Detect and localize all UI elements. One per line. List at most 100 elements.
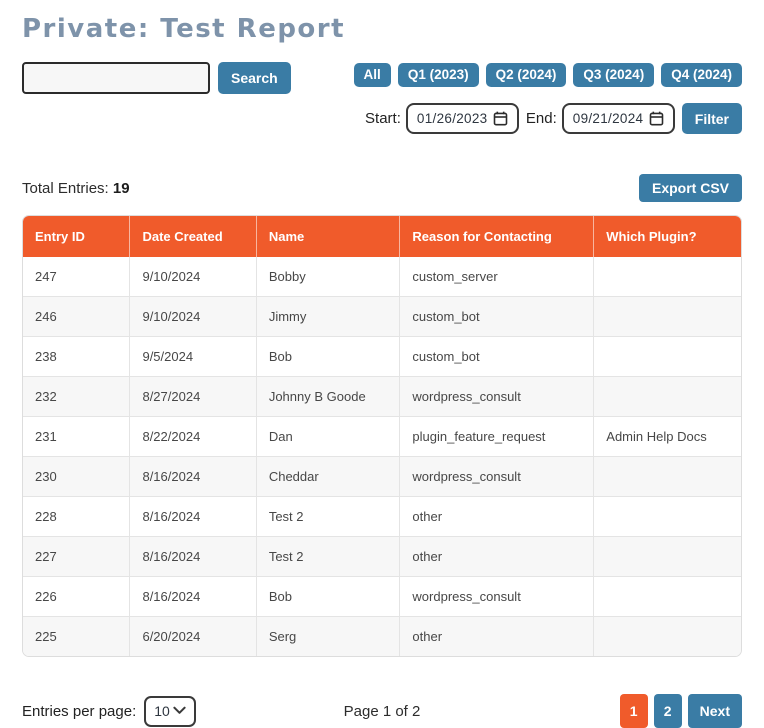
total-entries-value: 19: [113, 180, 130, 197]
table-cell: 246: [23, 297, 130, 337]
table-cell: other: [400, 537, 594, 577]
table-cell: Bob: [256, 577, 400, 617]
table-cell: Bob: [256, 337, 400, 377]
table-cell: 230: [23, 457, 130, 497]
table-row: 2308/16/2024Cheddarwordpress_consult: [23, 457, 741, 497]
quarter-filter-group: All Q1 (2023) Q2 (2024)Q3 (2024) Q4 (2024): [347, 63, 742, 87]
filter-button[interactable]: Filter: [682, 103, 742, 134]
calendar-icon[interactable]: [649, 111, 664, 126]
table-cell: 8/16/2024: [130, 537, 256, 577]
table-row: 2318/22/2024Danplugin_feature_requestAdm…: [23, 417, 741, 457]
table-cell: [594, 537, 741, 577]
page-number-button[interactable]: 1: [620, 694, 648, 728]
table-row: 2328/27/2024Johnny B Goodewordpress_cons…: [23, 377, 741, 417]
table-cell: custom_bot: [400, 297, 594, 337]
table-cell: 232: [23, 377, 130, 417]
summary-row: Total Entries: 19 Export CSV: [22, 174, 742, 202]
table-cell: 226: [23, 577, 130, 617]
table-cell: [594, 377, 741, 417]
table-cell: wordpress_consult: [400, 577, 594, 617]
table-row: 2389/5/2024Bobcustom_bot: [23, 337, 741, 377]
export-csv-button[interactable]: Export CSV: [639, 174, 742, 202]
table-cell: Johnny B Goode: [256, 377, 400, 417]
table-cell: wordpress_consult: [400, 457, 594, 497]
table-row: 2278/16/2024Test 2other: [23, 537, 741, 577]
entries-table: Entry IDDate CreatedNameReason for Conta…: [23, 216, 741, 656]
start-date-input[interactable]: 01/26/2023: [406, 103, 519, 134]
entries-per-page-select[interactable]: 10: [144, 696, 196, 727]
column-header: Reason for Contacting: [400, 216, 594, 257]
table-cell: Admin Help Docs: [594, 417, 741, 457]
table-cell: 9/10/2024: [130, 257, 256, 297]
total-entries-label: Total Entries:: [22, 180, 109, 197]
table-cell: 8/16/2024: [130, 457, 256, 497]
entries-per-page-group: Entries per page: 10: [22, 696, 282, 727]
table-header: Entry IDDate CreatedNameReason for Conta…: [23, 216, 741, 257]
table-cell: [594, 457, 741, 497]
search-button[interactable]: Search: [218, 62, 291, 94]
entries-table-wrap: Entry IDDate CreatedNameReason for Conta…: [22, 215, 742, 657]
next-page-button[interactable]: Next: [688, 694, 742, 728]
table-cell: [594, 337, 741, 377]
table-cell: [594, 257, 741, 297]
table-cell: other: [400, 497, 594, 537]
table-cell: [594, 577, 741, 617]
table-cell: Bobby: [256, 257, 400, 297]
end-date-label: End:: [526, 110, 557, 127]
quarter-filter-button[interactable]: Q2 (2024): [486, 63, 567, 87]
page-status: Page 1 of 2: [282, 703, 482, 720]
chevron-down-icon: [173, 702, 186, 720]
page-title: Private: Test Report: [22, 14, 742, 44]
end-date-input[interactable]: 09/21/2024: [562, 103, 675, 134]
end-date-value: 09/21/2024: [573, 111, 644, 126]
column-header: Date Created: [130, 216, 256, 257]
table-cell: Jimmy: [256, 297, 400, 337]
table-cell: other: [400, 617, 594, 657]
table-cell: 247: [23, 257, 130, 297]
table-cell: Test 2: [256, 537, 400, 577]
table-row: 2256/20/2024Sergother: [23, 617, 741, 657]
table-body: 2479/10/2024Bobbycustom_server2469/10/20…: [23, 257, 741, 656]
calendar-icon[interactable]: [493, 111, 508, 126]
table-cell: 238: [23, 337, 130, 377]
table-cell: Dan: [256, 417, 400, 457]
table-row: 2268/16/2024Bobwordpress_consult: [23, 577, 741, 617]
table-cell: [594, 617, 741, 657]
table-cell: Cheddar: [256, 457, 400, 497]
table-cell: 6/20/2024: [130, 617, 256, 657]
start-date-label: Start:: [365, 110, 401, 127]
table-cell: [594, 497, 741, 537]
table-cell: 8/16/2024: [130, 577, 256, 617]
quarter-filter-button[interactable]: All: [354, 63, 391, 87]
table-row: 2288/16/2024Test 2other: [23, 497, 741, 537]
start-date-value: 01/26/2023: [417, 111, 488, 126]
table-cell: 8/16/2024: [130, 497, 256, 537]
entries-per-page-value: 10: [154, 703, 170, 719]
table-cell: 227: [23, 537, 130, 577]
table-row: 2469/10/2024Jimmycustom_bot: [23, 297, 741, 337]
table-cell: [594, 297, 741, 337]
column-header: Entry ID: [23, 216, 130, 257]
page-buttons: 12Next: [482, 694, 742, 728]
table-cell: custom_bot: [400, 337, 594, 377]
table-cell: 8/27/2024: [130, 377, 256, 417]
table-cell: 8/22/2024: [130, 417, 256, 457]
table-cell: custom_server: [400, 257, 594, 297]
search-input[interactable]: [22, 62, 210, 94]
search-group: Search: [22, 62, 291, 94]
table-row: 2479/10/2024Bobbycustom_server: [23, 257, 741, 297]
total-entries: Total Entries: 19: [22, 180, 130, 197]
column-header: Which Plugin?: [594, 216, 741, 257]
table-cell: wordpress_consult: [400, 377, 594, 417]
table-cell: 228: [23, 497, 130, 537]
table-cell: 225: [23, 617, 130, 657]
quarter-filter-button[interactable]: Q4 (2024): [661, 63, 742, 87]
quarter-filter-button[interactable]: Q3 (2024): [573, 63, 654, 87]
table-cell: Serg: [256, 617, 400, 657]
column-header: Name: [256, 216, 400, 257]
top-toolbar: Search All Q1 (2023) Q2 (2024)Q3 (2024) Q4 …: [22, 62, 742, 94]
table-cell: 9/10/2024: [130, 297, 256, 337]
page-number-button[interactable]: 2: [654, 694, 682, 728]
table-cell: Test 2: [256, 497, 400, 537]
quarter-filter-button[interactable]: Q1 (2023): [398, 63, 479, 87]
